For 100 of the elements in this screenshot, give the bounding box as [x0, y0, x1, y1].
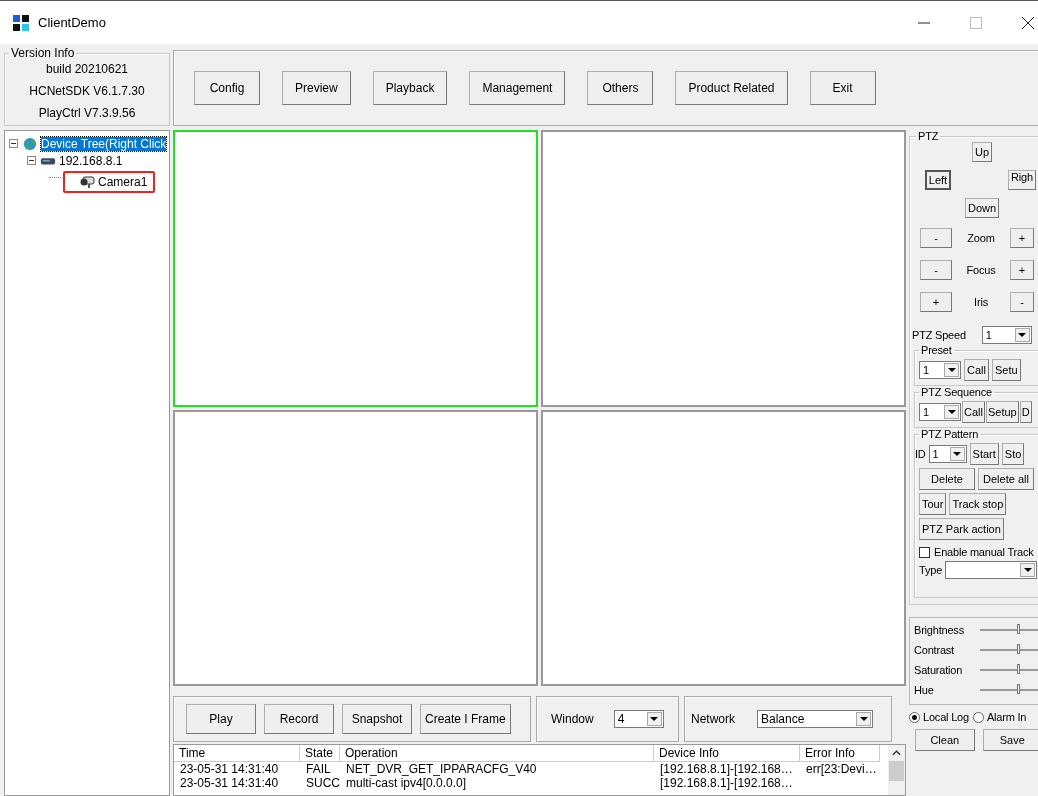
globe-icon [22, 136, 38, 151]
radio-label: Alarm In [986, 711, 1027, 723]
version-text: PlayCtrl V7.3.9.56 [38, 106, 136, 120]
preset-dropdown[interactable]: 1 [919, 361, 961, 379]
video-action-button[interactable]: Play [186, 704, 256, 734]
table-cell: err[23:Devi… [806, 762, 877, 776]
toolbar-button[interactable]: Preview [282, 71, 351, 105]
video-pane[interactable] [541, 409, 906, 686]
caret-icon [859, 717, 868, 721]
caret-icon [1023, 568, 1032, 572]
video-pane[interactable] [173, 409, 538, 686]
network-dropdown[interactable]: Balance [757, 710, 873, 728]
toolbar-button[interactable]: Exit [809, 71, 876, 105]
adjust-button[interactable]: - [1010, 292, 1034, 312]
column-header[interactable]: Device Info [654, 745, 800, 762]
pattern-button[interactable]: Delete [919, 468, 975, 490]
preset-button[interactable]: Call [964, 359, 989, 381]
caret-icon [947, 368, 956, 372]
table-cell: SUCC [306, 776, 340, 790]
field-label: Window [551, 712, 594, 726]
toolbar-button[interactable]: Product Related [675, 71, 788, 105]
toolbar-button[interactable]: Config [194, 71, 260, 105]
sequence-button[interactable]: D [1019, 401, 1032, 423]
field-label: ID [915, 448, 926, 460]
table-cell: NET_DVR_GET_IPPARACFG_V40 [346, 762, 537, 776]
tree-item[interactable]: Camera1 [98, 174, 148, 189]
video-action-button[interactable]: Create I Frame [420, 704, 511, 734]
table-cell: 23-05-31 14:31:40 [180, 762, 279, 776]
group-label: PTZ Sequence [920, 386, 993, 398]
group-label: PTZ Pattern [920, 428, 980, 440]
slider-label: Saturation [914, 664, 964, 676]
scrollbar[interactable] [888, 745, 905, 795]
adjust-button[interactable]: - [920, 260, 952, 280]
slider-thumb[interactable] [1017, 664, 1021, 674]
preset-button[interactable]: Setu [991, 359, 1021, 381]
field-label: Network [691, 712, 735, 726]
pattern-button[interactable]: Delete all [978, 468, 1034, 490]
direction-button[interactable]: Down [964, 198, 1000, 218]
app-icon [12, 13, 30, 32]
direction-button[interactable]: Left [924, 170, 952, 190]
group-label: Preset [920, 344, 953, 356]
column-header[interactable]: Error Info [800, 745, 880, 762]
log-button[interactable]: Save [982, 729, 1038, 751]
column-header[interactable]: Time [174, 745, 300, 762]
radio-button[interactable] [972, 711, 984, 723]
checkbox[interactable] [919, 546, 930, 558]
table-cell: 23-05-31 14:31:40 [180, 776, 279, 790]
direction-button[interactable]: Righ [1008, 170, 1036, 190]
video-action-button[interactable]: Snapshot [342, 704, 412, 734]
pattern-button[interactable]: Tour [919, 493, 947, 515]
direction-button[interactable]: Up [971, 142, 993, 162]
tree-item[interactable]: Device Tree(Right Click [41, 136, 167, 151]
field-label: Type [919, 564, 943, 576]
camera-icon [79, 174, 95, 189]
pattern-dropdown[interactable]: 1 [928, 445, 967, 463]
window-title: ClientDemo [38, 15, 106, 30]
sequence-button[interactable]: Call [962, 401, 985, 423]
checkbox-label: Enable manual Track [934, 546, 1034, 558]
slider-thumb[interactable] [1017, 644, 1021, 654]
column-header[interactable]: Operation [340, 745, 654, 762]
slider-thumb[interactable] [1017, 624, 1021, 634]
toolbar-button[interactable]: Management [469, 71, 566, 105]
collapse-icon[interactable] [9, 139, 18, 148]
table-cell: [192.168.8.1]-[192.168… [660, 762, 793, 776]
window-dropdown[interactable]: 4 [613, 710, 664, 728]
version-text: HCNetSDK V6.1.7.30 [29, 84, 145, 98]
collapse-icon[interactable] [27, 156, 36, 165]
type-dropdown[interactable] [945, 561, 1038, 579]
scroll-up-icon[interactable] [892, 750, 901, 756]
table-cell: multi-cast ipv4[0.0.0.0] [346, 776, 467, 790]
slider-label: Hue [914, 684, 935, 696]
adjust-button[interactable]: + [920, 292, 952, 312]
sequence-dropdown[interactable]: 1 [919, 403, 961, 421]
log-button[interactable]: Clean [915, 729, 975, 751]
close-icon[interactable] [1022, 16, 1034, 29]
speed-dropdown[interactable]: 1 [981, 326, 1032, 344]
tree-item[interactable]: 192.168.8.1 [59, 153, 123, 168]
toolbar-button[interactable]: Others [587, 71, 654, 105]
sequence-button[interactable]: Setup [985, 401, 1019, 423]
toolbar-button[interactable]: Playback [372, 71, 448, 105]
pattern-button[interactable]: Start [969, 443, 999, 465]
table-cell: FAIL [306, 762, 331, 776]
adjust-button[interactable]: + [1010, 260, 1034, 280]
slider-label: Brightness [914, 624, 965, 636]
adjust-button[interactable]: + [1010, 228, 1034, 248]
pattern-button[interactable]: Sto [1001, 443, 1025, 465]
slider-label: Contrast [914, 644, 955, 656]
version-text: build 20210621 [45, 62, 129, 76]
field-label: PTZ Speed [912, 329, 966, 341]
pattern-button[interactable]: Track stop [949, 493, 1007, 515]
park-button[interactable]: PTZ Park action [919, 518, 1004, 540]
column-header[interactable]: State [300, 745, 340, 762]
group-label: Version Info [10, 46, 76, 60]
video-pane[interactable] [541, 130, 906, 407]
video-action-button[interactable]: Record [264, 704, 334, 734]
adjust-button[interactable]: - [920, 228, 952, 248]
adjust-label: Focus [965, 264, 997, 276]
table-cell: [192.168.8.1]-[192.168… [660, 776, 793, 790]
slider-thumb[interactable] [1017, 684, 1021, 694]
radio-button[interactable] [909, 711, 920, 723]
